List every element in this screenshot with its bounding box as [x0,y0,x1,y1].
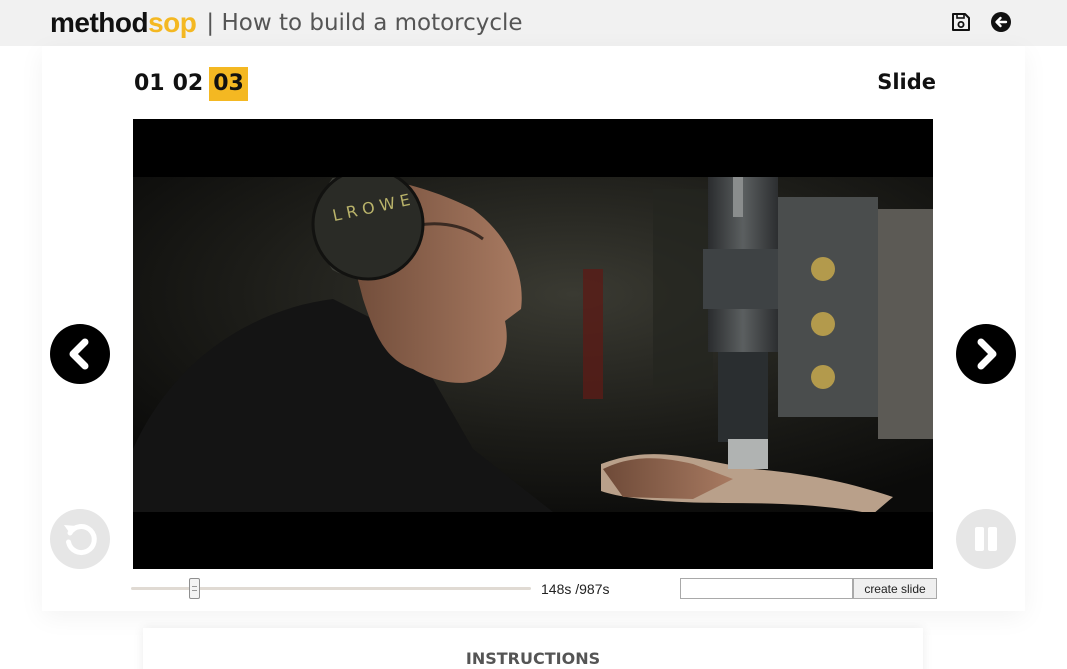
chevron-right-icon [977,338,997,370]
replay-button[interactable] [50,509,110,569]
pause-button[interactable] [956,509,1016,569]
timeline-slider-thumb[interactable] [189,578,200,599]
previous-step-button[interactable] [50,324,110,384]
pause-icon [975,527,997,551]
step-tabs: 01 02 03 [132,67,248,101]
save-icon[interactable] [950,11,972,33]
step-tab-03[interactable]: 03 [209,67,248,101]
logo-text-sop: sop [148,7,197,38]
document-title: | How to build a motorcycle [206,9,523,36]
instructions-heading: INSTRUCTIONS [465,649,601,668]
slide-label: Slide [877,70,936,94]
app-header: method sop | How to build a motorcycle [0,0,1067,46]
step-tab-01[interactable]: 01 [132,67,167,101]
slide-name-input[interactable] [680,578,853,599]
time-readout: 148s /987s [541,581,610,597]
replay-icon [64,524,97,555]
logo-text-method: method [50,7,149,38]
step-tab-02[interactable]: 02 [171,67,206,101]
back-arrow-icon[interactable] [990,11,1012,33]
brand: method sop | How to build a motorcycle [50,6,523,40]
video-frame: L R O W E [133,119,933,569]
create-slide-button[interactable]: create slide [853,578,937,599]
next-step-button[interactable] [956,324,1016,384]
chevron-left-icon [69,338,89,370]
instructions-panel: INSTRUCTIONS [143,628,923,669]
video-player[interactable]: L R O W E [133,119,933,569]
methodsop-logo[interactable]: method sop [50,7,197,38]
